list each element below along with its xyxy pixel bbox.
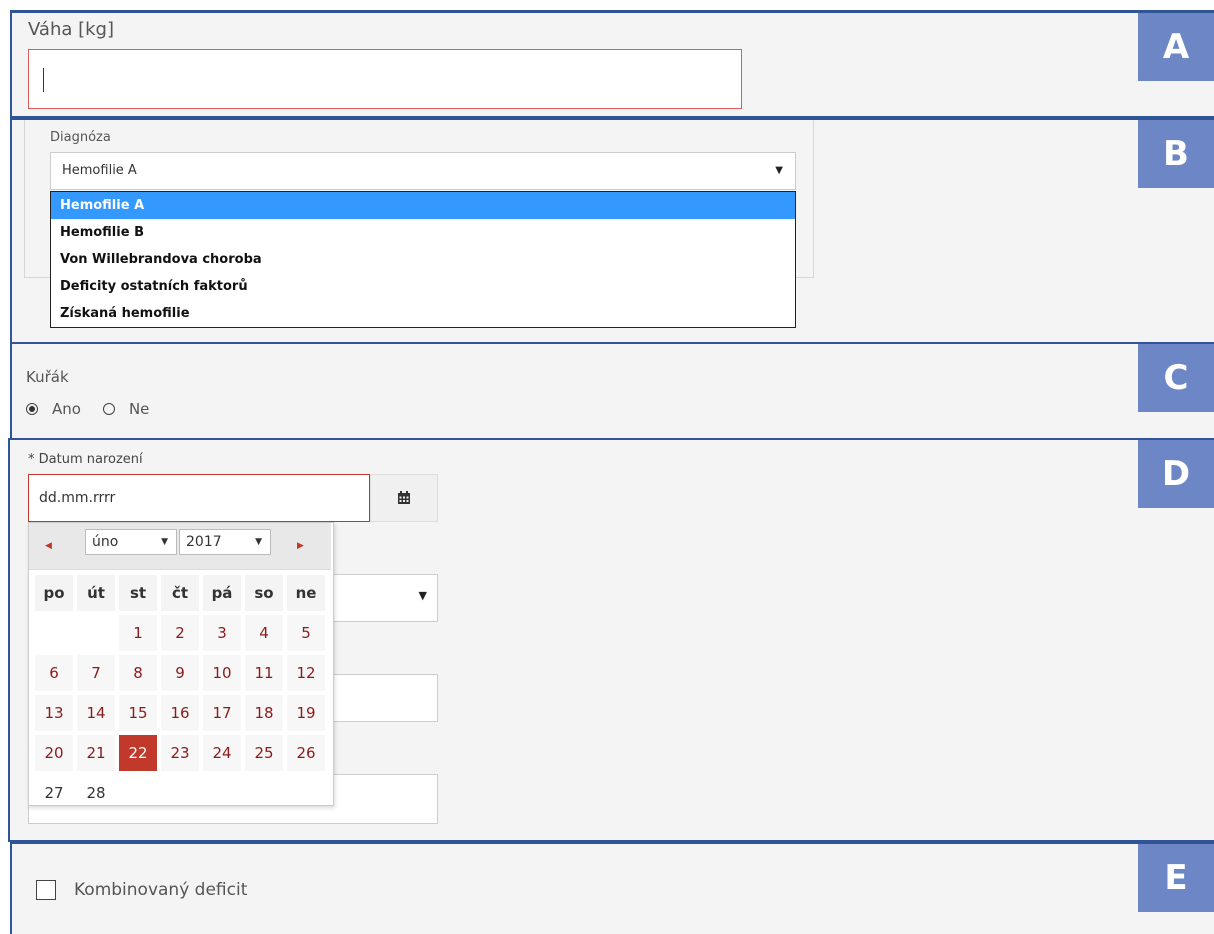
panel-badge-b: B: [1138, 120, 1214, 188]
weekday-label: st: [119, 575, 157, 611]
day-cell[interactable]: 9: [161, 655, 199, 691]
smoker-radio-group: Ano Ne: [26, 400, 171, 418]
day-cell[interactable]: 12: [287, 655, 325, 691]
panel-e: Kombinovaný deficit E: [10, 842, 1214, 934]
day-cell[interactable]: 25: [245, 735, 283, 771]
day-cell[interactable]: 16: [161, 695, 199, 731]
day-cell-today[interactable]: 22: [119, 735, 157, 771]
combined-deficit-label: Kombinovaný deficit: [74, 880, 248, 900]
day-cell-empty: [119, 775, 157, 811]
year-select[interactable]: 2017 ▼: [179, 529, 271, 555]
panel-c: Kuřák Ano Ne C: [10, 342, 1214, 438]
day-cell[interactable]: 27: [35, 775, 73, 811]
day-cell[interactable]: 20: [35, 735, 73, 771]
diagnosis-option-ziskana[interactable]: Získaná hemofilie: [51, 300, 795, 327]
diagnosis-selected-value: Hemofilie A: [62, 163, 137, 178]
calendar-grid: po út st čt pá so ne 1 2 3 4 5 6 7 8 9 1…: [35, 575, 327, 811]
day-cell[interactable]: 7: [77, 655, 115, 691]
diagnosis-option-von-willebrand[interactable]: Von Willebrandova choroba: [51, 246, 795, 273]
next-month-icon[interactable]: ▶: [297, 541, 304, 551]
day-cell[interactable]: 21: [77, 735, 115, 771]
weekday-label: ne: [287, 575, 325, 611]
month-value: úno: [92, 534, 119, 550]
caret-down-icon: ▼: [418, 589, 427, 602]
caret-down-icon: ▼: [775, 165, 783, 176]
panel-badge-c: C: [1138, 344, 1214, 412]
day-cell[interactable]: 1: [119, 615, 157, 651]
caret-down-icon: ▼: [255, 537, 262, 547]
day-cell[interactable]: 14: [77, 695, 115, 731]
diagnosis-select[interactable]: Hemofilie A ▼: [50, 152, 796, 190]
diagnosis-option-deficity[interactable]: Deficity ostatních faktorů: [51, 273, 795, 300]
weight-label: Váha [kg]: [28, 19, 115, 40]
day-cell[interactable]: 24: [203, 735, 241, 771]
weekday-label: pá: [203, 575, 241, 611]
birthdate-label: * Datum narození: [28, 452, 143, 467]
day-cell[interactable]: 15: [119, 695, 157, 731]
week-row: 6 7 8 9 10 11 12: [35, 655, 327, 691]
panel-a: Váha [kg] A: [10, 10, 1214, 118]
combined-deficit-row: Kombinovaný deficit: [36, 880, 247, 900]
day-cell[interactable]: 3: [203, 615, 241, 651]
radio-yes[interactable]: [26, 403, 38, 415]
week-row: 27 28: [35, 775, 327, 811]
day-cell[interactable]: 4: [245, 615, 283, 651]
day-cell[interactable]: 11: [245, 655, 283, 691]
birthdate-input[interactable]: dd.mm.rrrr: [28, 474, 370, 522]
text-caret: [43, 68, 44, 92]
month-select[interactable]: úno ▼: [85, 529, 177, 555]
smoker-label: Kuřák: [26, 368, 69, 386]
panel-d: * Datum narození dd.mm.rrrr ▼ ◀ úno ▼ 20…: [8, 438, 1214, 842]
week-row: 20 21 22 23 24 25 26: [35, 735, 327, 771]
day-cell-empty: [35, 615, 73, 651]
prev-month-icon[interactable]: ◀: [45, 541, 52, 551]
calendar-icon: [398, 491, 410, 504]
day-cell-empty: [245, 775, 283, 811]
year-value: 2017: [186, 534, 222, 550]
day-cell[interactable]: 10: [203, 655, 241, 691]
day-cell[interactable]: 5: [287, 615, 325, 651]
day-cell[interactable]: 8: [119, 655, 157, 691]
radio-no-label: Ne: [128, 400, 150, 418]
weekday-label: út: [77, 575, 115, 611]
day-cell-empty: [203, 775, 241, 811]
radio-no[interactable]: [102, 403, 115, 415]
weekday-label: so: [245, 575, 283, 611]
day-cell[interactable]: 13: [35, 695, 73, 731]
radio-yes-label: Ano: [52, 400, 81, 418]
datepicker: ◀ úno ▼ 2017 ▼ ▶ po út st čt pá so ne 1 …: [28, 522, 334, 806]
day-cell[interactable]: 17: [203, 695, 241, 731]
weekday-label: čt: [161, 575, 199, 611]
diagnosis-option-hemofilie-b[interactable]: Hemofilie B: [51, 219, 795, 246]
day-cell[interactable]: 2: [161, 615, 199, 651]
weekday-row: po út st čt pá so ne: [35, 575, 327, 611]
day-cell[interactable]: 26: [287, 735, 325, 771]
day-cell-empty: [77, 615, 115, 651]
day-cell[interactable]: 6: [35, 655, 73, 691]
panel-badge-e: E: [1138, 844, 1214, 912]
day-cell[interactable]: 19: [287, 695, 325, 731]
day-cell-empty: [161, 775, 199, 811]
panel-badge-a: A: [1138, 13, 1214, 81]
diagnosis-option-hemofilie-a[interactable]: Hemofilie A: [51, 192, 795, 219]
week-row: 13 14 15 16 17 18 19: [35, 695, 327, 731]
combined-deficit-checkbox[interactable]: [36, 880, 56, 900]
diagnosis-listbox: Hemofilie A Hemofilie B Von Willebrandov…: [50, 191, 796, 328]
panel-badge-d: D: [1138, 440, 1214, 508]
day-cell[interactable]: 18: [245, 695, 283, 731]
week-row: 1 2 3 4 5: [35, 615, 327, 651]
weekday-label: po: [35, 575, 73, 611]
panel-b: Diagnóza Hemofilie A ▼ Hemofilie A Hemof…: [10, 118, 1214, 342]
calendar-button[interactable]: [370, 474, 438, 522]
diagnosis-label: Diagnóza: [50, 130, 111, 145]
day-cell-empty: [287, 775, 325, 811]
datepicker-header: ◀ úno ▼ 2017 ▼ ▶: [29, 523, 331, 570]
caret-down-icon: ▼: [161, 537, 168, 547]
day-cell[interactable]: 28: [77, 775, 115, 811]
day-cell[interactable]: 23: [161, 735, 199, 771]
weight-input[interactable]: [28, 49, 742, 109]
